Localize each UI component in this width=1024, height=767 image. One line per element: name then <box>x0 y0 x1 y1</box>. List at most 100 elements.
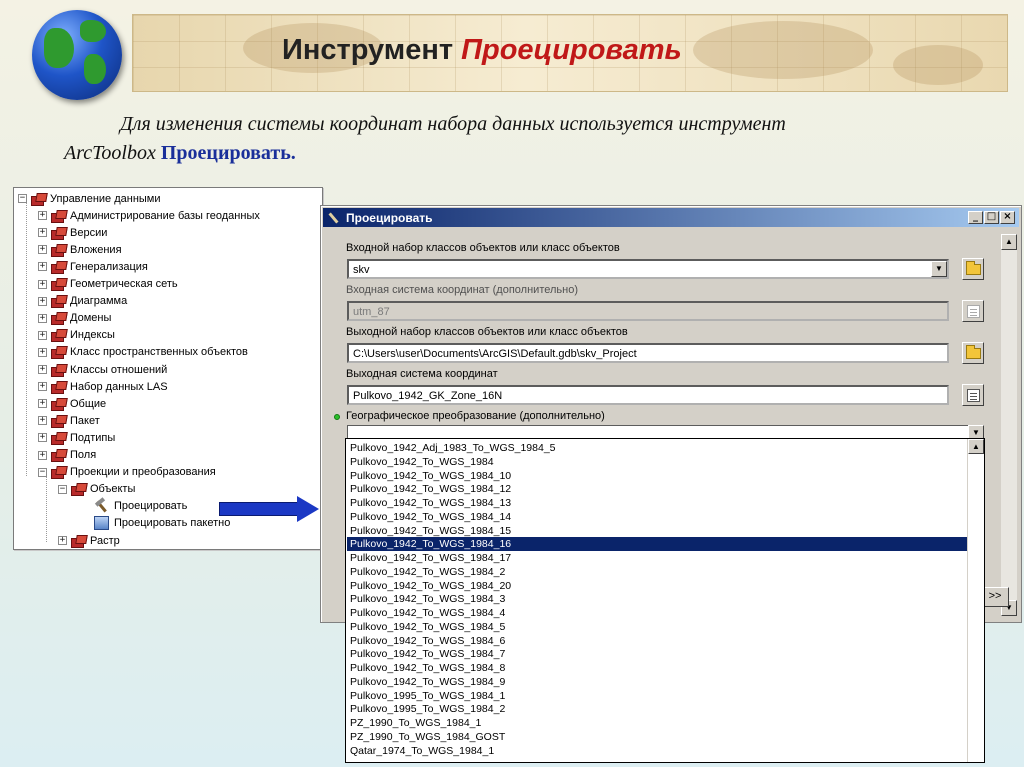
list-scrollbar[interactable]: ▲ <box>967 439 984 762</box>
tree-item-label: Администрирование базы геоданных <box>70 209 260 222</box>
list-item[interactable]: Pulkovo_1942_To_WGS_1984_2 <box>347 565 947 579</box>
expand-icon[interactable]: + <box>38 399 47 409</box>
scroll-up-icon[interactable]: ▲ <box>1001 234 1017 250</box>
tree-item[interactable]: + Индексы <box>38 327 115 344</box>
expand-icon[interactable]: + <box>38 365 47 374</box>
expand-icon[interactable]: + <box>38 279 47 289</box>
tree-item[interactable]: − Проекции и преобразования <box>38 464 216 481</box>
list-item[interactable]: Pulkovo_1942_To_WGS_1984_8 <box>347 661 947 675</box>
show-help-button[interactable]: >> <box>981 587 1009 607</box>
collapse-icon[interactable]: − <box>18 194 27 203</box>
tree-item[interactable]: + Домены <box>38 310 111 327</box>
tree-item-label: Класс пространственных объектов <box>70 346 248 359</box>
expand-icon[interactable]: + <box>38 313 47 323</box>
toolbox-icon <box>51 244 66 257</box>
expand-icon[interactable]: + <box>38 347 47 357</box>
tree-item[interactable]: + Версии <box>38 224 107 241</box>
close-button[interactable]: × <box>1000 211 1015 224</box>
list-item[interactable]: Pulkovo_1942_To_WGS_1984_3 <box>347 592 947 606</box>
dialog-title: Проецировать <box>346 210 433 225</box>
maximize-button[interactable]: □ <box>984 211 999 224</box>
tree-item[interactable]: + Геометрическая сеть <box>38 276 178 293</box>
tree-item[interactable]: + Общие <box>38 395 106 412</box>
expand-icon[interactable]: + <box>38 245 47 255</box>
tree-item[interactable]: + Пакет <box>38 412 100 429</box>
tree-item[interactable]: + Набор данных LAS <box>38 378 168 395</box>
toolbox-icon <box>51 227 66 240</box>
list-item[interactable]: PZ_1990_To_WGS_1984_1 <box>347 716 947 730</box>
list-item[interactable]: Pulkovo_1942_To_WGS_1984_20 <box>347 579 947 593</box>
tree-item[interactable]: + Класс пространственных объектов <box>38 344 248 361</box>
tree-item[interactable]: + Генерализация <box>38 258 148 275</box>
list-item[interactable]: Pulkovo_1942_To_WGS_1984_17 <box>347 551 947 565</box>
list-item[interactable]: Pulkovo_1942_To_WGS_1984_4 <box>347 606 947 620</box>
list-item[interactable]: Pulkovo_1942_To_WGS_1984_12 <box>347 482 947 496</box>
input-cs-field: utm_87 <box>347 301 949 321</box>
collapse-icon[interactable]: − <box>38 467 47 477</box>
expand-icon[interactable]: + <box>38 296 47 306</box>
toolbox-icon <box>51 346 66 360</box>
toolbox-icon <box>51 381 66 394</box>
list-item[interactable]: Pulkovo_1942_To_WGS_1984 <box>347 455 947 469</box>
list-item[interactable]: Qatar_1974_To_WGS_1984_1 <box>347 744 947 758</box>
input-dropdown-icon[interactable]: ▼ <box>931 261 947 277</box>
list-item[interactable]: Pulkovo_1942_To_WGS_1984_5 <box>347 620 947 634</box>
toolbox-icon <box>51 278 66 291</box>
tree-item-batch-project-tool[interactable]: Проецировать пакетно <box>94 515 230 532</box>
tree-item[interactable]: + Диаграмма <box>38 293 127 310</box>
expand-icon[interactable]: + <box>58 536 67 545</box>
tree-item[interactable]: + Классы отношений <box>38 361 167 378</box>
tree-item-label: Генерализация <box>70 260 148 273</box>
folder-icon <box>966 261 981 275</box>
expand-icon[interactable]: + <box>38 211 47 221</box>
toolbox-icon <box>51 261 66 274</box>
input-browse-button[interactable] <box>962 258 984 280</box>
transform-dropdown-list[interactable]: ▲ Pulkovo_1942_Adj_1983_To_WGS_1984_5 Pul… <box>345 438 985 763</box>
output-browse-button[interactable] <box>962 342 984 364</box>
expand-icon[interactable]: + <box>38 450 47 460</box>
list-item[interactable]: Pulkovo_1995_To_WGS_1984_2 <box>347 702 947 716</box>
tree-item-label: Подтипы <box>70 431 116 444</box>
list-item[interactable]: Pulkovo_1995_To_WGS_1984_1 <box>347 689 947 703</box>
list-item[interactable]: Pulkovo_1942_Adj_1983_To_WGS_1984_5 <box>347 441 947 455</box>
tree-item[interactable]: + Поля <box>38 447 96 464</box>
toolbox-icon <box>51 210 66 223</box>
list-item[interactable]: Pulkovo_1942_To_WGS_1984_9 <box>347 675 947 689</box>
tree-item-label: Версии <box>70 226 108 239</box>
dialog-scrollbar[interactable]: ▲ ▼ <box>1001 234 1017 616</box>
list-item[interactable]: Pulkovo_1942_To_WGS_1984_13 <box>347 496 947 510</box>
list-item-selected[interactable]: Pulkovo_1942_To_WGS_1984_16 <box>347 537 967 552</box>
collapse-icon[interactable]: − <box>58 484 67 494</box>
output-features-field[interactable]: C:\Users\user\Documents\ArcGIS\Default.g… <box>347 343 949 363</box>
title-accent: Проецировать <box>461 34 682 66</box>
tree-item-label: Общие <box>70 397 107 410</box>
expand-icon[interactable]: + <box>38 382 47 392</box>
minimize-button[interactable]: _ <box>968 211 983 224</box>
list-item[interactable]: Pulkovo_1942_To_WGS_1984_15 <box>347 524 947 538</box>
list-item[interactable]: Pulkovo_1942_To_WGS_1984_7 <box>347 647 947 661</box>
expand-icon[interactable]: + <box>38 330 47 340</box>
expand-icon[interactable]: + <box>38 228 47 238</box>
tree-item-root[interactable]: − Управление данными <box>18 190 161 207</box>
list-item[interactable]: Pulkovo_1942_To_WGS_1984_6 <box>347 634 947 648</box>
list-item[interactable]: Pulkovo_1942_To_WGS_1984_14 <box>347 510 947 524</box>
output-cs-label: Выходная система координат <box>346 368 498 380</box>
tree-item[interactable]: + Администрирование базы геоданных <box>38 207 260 224</box>
tree-item-label: Набор данных LAS <box>70 380 168 393</box>
output-cs-properties-button[interactable] <box>962 384 984 406</box>
tree-item-raster[interactable]: + Растр <box>58 532 120 549</box>
input-features-field[interactable]: skv <box>347 259 949 279</box>
expand-icon[interactable]: + <box>38 262 47 272</box>
output-cs-field[interactable]: Pulkovo_1942_GK_Zone_16N <box>347 385 949 405</box>
tree-item-label: Проецировать <box>114 500 188 513</box>
list-scroll-up-icon[interactable]: ▲ <box>968 439 984 454</box>
tree-item[interactable]: + Подтипы <box>38 429 115 446</box>
dialog-titlebar[interactable]: Проецировать _ □ × <box>323 208 1019 227</box>
list-item[interactable]: Pulkovo_1942_To_WGS_1984_10 <box>347 469 947 483</box>
list-item[interactable]: PZ_1990_To_WGS_1984_GOST <box>347 730 947 744</box>
tree-item-project-tool[interactable]: Проецировать <box>94 498 187 515</box>
tree-item[interactable]: + Вложения <box>38 241 122 258</box>
expand-icon[interactable]: + <box>38 416 47 426</box>
expand-icon[interactable]: + <box>38 433 47 443</box>
tree-item-objects[interactable]: − Объекты <box>58 481 135 498</box>
